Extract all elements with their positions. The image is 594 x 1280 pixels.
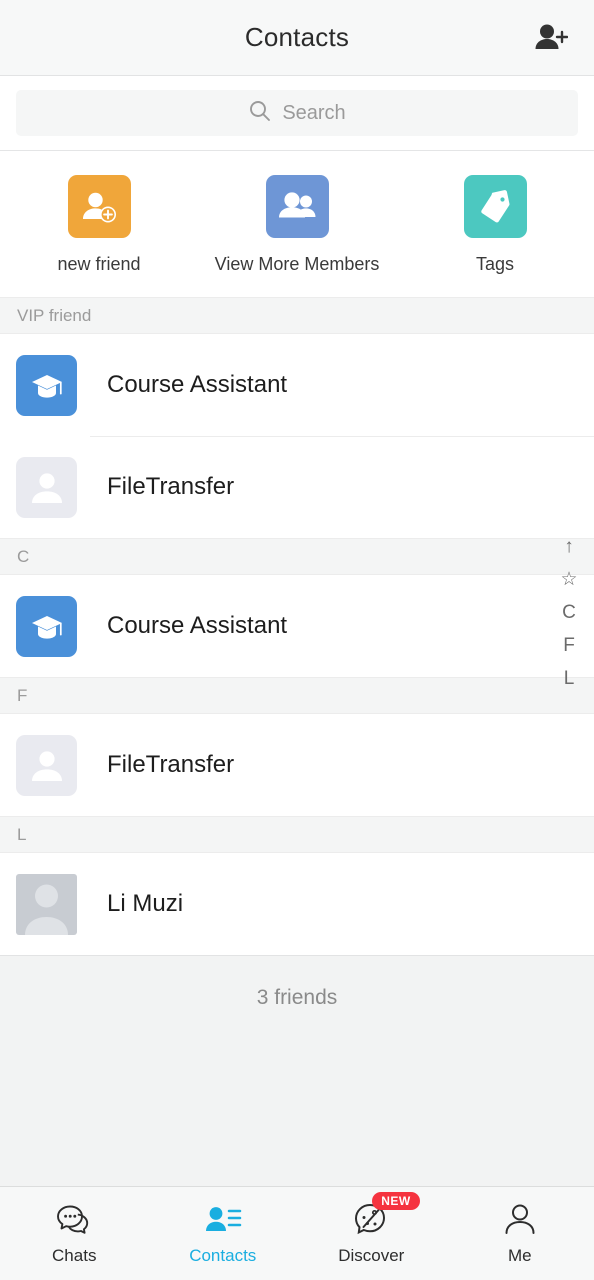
search-placeholder: Search [282, 101, 346, 124]
tab-me[interactable]: Me [446, 1187, 594, 1280]
graduation-cap-avatar [16, 595, 77, 657]
group-icon [265, 175, 329, 238]
contacts-icon [203, 1201, 243, 1239]
quick-action-tags[interactable]: Tags [396, 175, 594, 275]
alpha-index-l[interactable]: L [552, 662, 586, 695]
friend-count-area: 3 friends [0, 955, 594, 1186]
section-header: VIP friend [0, 297, 594, 334]
default-person-avatar [16, 456, 77, 518]
person-add-icon [67, 175, 131, 238]
contact-row-filetransfer[interactable]: FileTransfer [0, 714, 594, 816]
alpha-index-c[interactable]: C [552, 596, 586, 629]
graduation-cap-avatar [16, 354, 77, 416]
contact-name: Course Assistant [107, 371, 288, 398]
contacts-list: VIP friend Course Assistant FileTransfer [0, 297, 594, 955]
alpha-index-top[interactable]: ↑ [552, 530, 586, 563]
quick-action-label: new friend [57, 254, 141, 274]
grey-person-avatar [16, 873, 77, 935]
tab-label: Me [507, 1246, 532, 1265]
tab-discover[interactable]: NEW Discover [297, 1187, 446, 1280]
search-bar-container: Search [0, 76, 594, 151]
search-input[interactable]: Search [16, 90, 578, 136]
add-contact-icon[interactable] [528, 16, 574, 60]
app-header: Contacts [0, 0, 594, 76]
contact-row-course-assistant[interactable]: Course Assistant [0, 575, 594, 677]
quick-action-new-friend[interactable]: new friend [0, 175, 198, 275]
tab-label: Chats [52, 1246, 97, 1265]
new-badge: NEW [372, 1192, 420, 1210]
contact-name: Course Assistant [107, 612, 288, 639]
discover-icon: NEW [351, 1192, 420, 1239]
alphabet-index[interactable]: ↑ ☆ C F L [552, 530, 586, 695]
contact-name: Li Muzi [107, 890, 184, 917]
alpha-index-star[interactable]: ☆ [552, 563, 586, 596]
contact-row-li-muzi[interactable]: Li Muzi [0, 853, 594, 955]
friend-count: 3 friends [256, 986, 338, 1009]
contact-name: FileTransfer [107, 751, 235, 778]
alpha-index-f[interactable]: F [552, 629, 586, 662]
section-header: F [0, 677, 594, 714]
tab-chats[interactable]: Chats [0, 1187, 149, 1280]
tab-label: Contacts [189, 1246, 257, 1265]
default-person-avatar [16, 734, 77, 796]
chat-bubbles-icon [54, 1201, 94, 1239]
tag-icon [463, 175, 527, 238]
search-icon [248, 99, 272, 128]
contact-row-course-assistant-vip[interactable]: Course Assistant [0, 334, 594, 436]
contact-row-filetransfer-vip[interactable]: FileTransfer [0, 436, 594, 538]
contact-name: FileTransfer [107, 473, 235, 500]
contacts-screen: Contacts Search new friend View More Mem… [0, 0, 594, 1280]
section-header: L [0, 816, 594, 853]
page-title: Contacts [244, 22, 350, 52]
person-icon [500, 1201, 540, 1239]
quick-action-label: Tags [475, 254, 515, 274]
quick-action-label: View More Members [214, 254, 380, 274]
tab-label: Discover [338, 1246, 405, 1265]
section-header: C [0, 538, 594, 575]
quick-actions-row: new friend View More Members Tags [0, 151, 594, 297]
tab-contacts[interactable]: Contacts [149, 1187, 298, 1280]
quick-action-view-more-members[interactable]: View More Members [198, 175, 396, 275]
bottom-tab-bar: Chats Contacts NEW Discover Me [0, 1186, 594, 1280]
